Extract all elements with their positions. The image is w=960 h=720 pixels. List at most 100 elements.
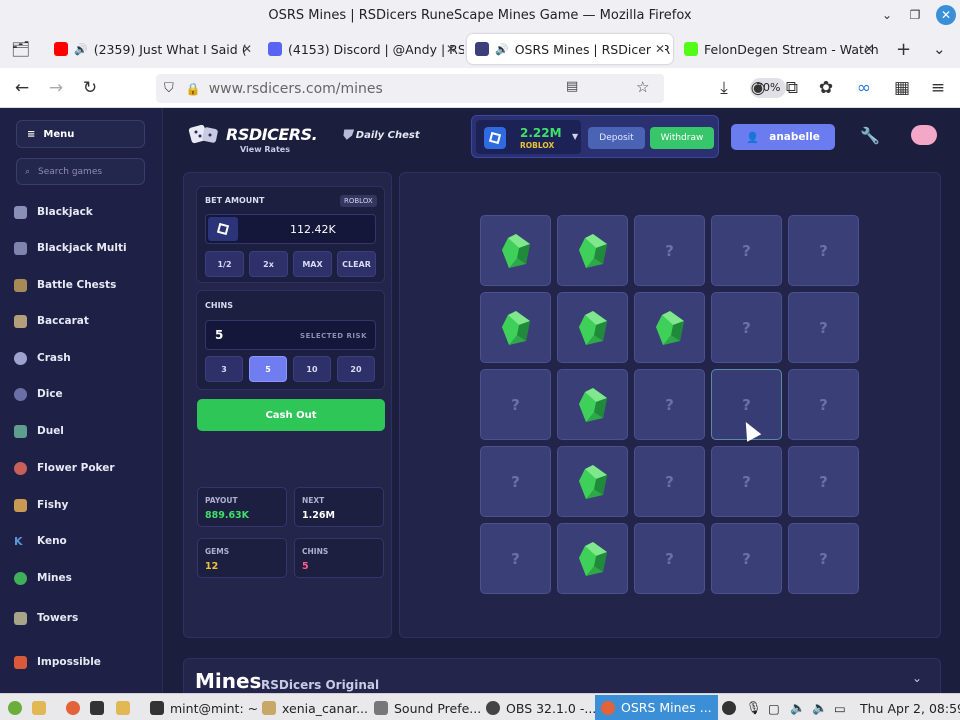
tab-youtube[interactable]: 🔊 (2359) Just What I Said ( ✕: [46, 34, 260, 64]
reload-icon[interactable]: ↻: [80, 78, 100, 98]
tab-close-icon[interactable]: ✕: [650, 42, 665, 56]
mines-tile-hidden[interactable]: ?: [788, 523, 859, 594]
user-profile-button[interactable]: 👤 anabelle: [731, 124, 835, 150]
url-bar[interactable]: ⛉ 🔒 www.rsdicers.com/mines ▤ 70% ☆: [156, 74, 787, 103]
mines-tile-gem[interactable]: [557, 369, 628, 440]
mines-tile-hidden[interactable]: ?: [711, 523, 782, 594]
bet-clear-button[interactable]: CLEAR: [337, 251, 376, 277]
mines-tile-hidden[interactable]: ?: [711, 215, 782, 286]
mines-tile-gem[interactable]: [634, 292, 705, 363]
tab-list-icon[interactable]: 🗂: [11, 40, 30, 58]
sidebar-item-baccarat[interactable]: Baccarat: [14, 311, 89, 331]
risk-option-20[interactable]: 20: [337, 356, 375, 382]
risk-option-3[interactable]: 3: [205, 356, 243, 382]
taskbar-item-sound[interactable]: Sound Prefe...: [374, 698, 481, 718]
sidebar-item-impossible[interactable]: Impossible: [14, 652, 101, 672]
extension-infinity-icon[interactable]: ∞: [854, 78, 874, 98]
reader-mode-icon[interactable]: ▤: [566, 79, 578, 94]
cash-out-button[interactable]: Cash Out: [197, 399, 385, 431]
mines-tile-hidden[interactable]: ?: [634, 446, 705, 517]
minimize-icon[interactable]: ⌄: [877, 5, 897, 25]
taskbar-item-terminal[interactable]: mint@mint: ~: [150, 698, 258, 718]
download-icon[interactable]: ⤓: [714, 78, 734, 98]
menu-button[interactable]: ≡ Menu: [16, 120, 145, 148]
mines-tile-gem[interactable]: [557, 215, 628, 286]
extensions-icon[interactable]: ⧉: [782, 78, 802, 98]
site-logo[interactable]: RSDICERS.: [188, 122, 318, 146]
forward-icon[interactable]: →: [46, 78, 66, 98]
clock[interactable]: Thu Apr 2, 08:59: [860, 698, 960, 718]
chevron-down-icon[interactable]: ⌄: [933, 40, 946, 58]
mines-tile-gem[interactable]: [480, 215, 551, 286]
tab-rsdicers[interactable]: 🔊 OSRS Mines | RSDicers R ✕: [467, 34, 673, 64]
mines-tile-hidden[interactable]: ?: [634, 523, 705, 594]
mines-tile-hidden[interactable]: ?: [711, 446, 782, 517]
mines-tile-hidden[interactable]: ?: [788, 215, 859, 286]
mines-tile-hidden[interactable]: ?: [788, 446, 859, 517]
back-icon[interactable]: ←: [12, 78, 32, 98]
chevron-down-icon[interactable]: ⌄: [912, 671, 922, 685]
tab-close-icon[interactable]: ✕: [238, 42, 252, 56]
sidebar-item-blackjack[interactable]: Blackjack: [14, 202, 93, 222]
bet-amount-input[interactable]: 112.42K: [205, 214, 376, 244]
calendar-icon[interactable]: ▭: [834, 698, 846, 718]
obs-tray-icon[interactable]: [722, 698, 736, 718]
sidebar-item-duel[interactable]: Duel: [14, 421, 64, 441]
volume-icon-2[interactable]: 🔈: [812, 698, 828, 718]
mines-tile-hidden[interactable]: ?: [480, 523, 551, 594]
volume-icon[interactable]: 🔈: [790, 698, 806, 718]
taskbar-item-xenia[interactable]: xenia_canar...: [262, 698, 368, 718]
firefox-icon[interactable]: [66, 698, 80, 718]
extension-puzzle-icon[interactable]: ✿: [816, 78, 836, 98]
sidebar-item-flower-poker[interactable]: Flower Poker: [14, 458, 115, 478]
file-manager-icon[interactable]: [32, 698, 46, 718]
sidebar-item-dice[interactable]: Dice: [14, 384, 63, 404]
mines-tile-hidden[interactable]: ?: [480, 369, 551, 440]
mines-tile-gem[interactable]: [480, 292, 551, 363]
sidebar-item-mines[interactable]: Mines: [14, 568, 72, 588]
sidebar-item-fishy[interactable]: Fishy: [14, 495, 68, 515]
mines-tile-gem[interactable]: [557, 523, 628, 594]
mines-tile-hidden[interactable]: ?: [711, 292, 782, 363]
deposit-button[interactable]: Deposit: [588, 127, 645, 149]
extension-grid-icon[interactable]: ▦: [892, 78, 912, 98]
notification-icon[interactable]: ▢: [768, 698, 780, 718]
risk-option-10[interactable]: 10: [293, 356, 331, 382]
mines-tile-hidden[interactable]: ?: [634, 369, 705, 440]
sidebar-item-towers[interactable]: Towers: [14, 608, 78, 628]
new-tab-icon[interactable]: +: [896, 39, 911, 60]
mines-tile-hidden[interactable]: ?: [634, 215, 705, 286]
bet-half-button[interactable]: 1/2: [205, 251, 244, 277]
start-menu-icon[interactable]: [8, 698, 22, 718]
mines-tile-hidden[interactable]: ?: [480, 446, 551, 517]
mines-tile-gem[interactable]: [557, 292, 628, 363]
shield-icon[interactable]: ⛉: [164, 81, 174, 96]
lock-icon[interactable]: 🔒: [186, 82, 201, 96]
settings-wrench-icon[interactable]: 🔧: [860, 126, 880, 145]
mines-tile-hidden[interactable]: ?: [788, 369, 859, 440]
search-games-input[interactable]: ⌕ Search games: [16, 158, 145, 185]
tab-kick[interactable]: FelonDegen Stream - Watch ✕: [676, 34, 882, 64]
taskbar-item-obs[interactable]: OBS 32.1.0 -...: [486, 698, 596, 718]
currency-selector[interactable]: 2.22M ROBLOX ▼: [476, 120, 581, 154]
sidebar-item-battle-chests[interactable]: Battle Chests: [14, 275, 116, 295]
bet-double-button[interactable]: 2x: [249, 251, 288, 277]
sidebar-item-blackjack-multi[interactable]: Blackjack Multi: [14, 238, 127, 258]
chins-input[interactable]: 5 SELECTED RISK: [205, 320, 376, 350]
view-rates-link[interactable]: View Rates: [240, 145, 290, 154]
sidebar-item-crash[interactable]: Crash: [14, 348, 71, 368]
taskbar-item-firefox[interactable]: OSRS Mines ...: [595, 695, 718, 720]
tab-discord[interactable]: (4153) Discord | @Andy | RS ✕: [260, 34, 464, 64]
folder-icon[interactable]: [116, 698, 130, 718]
tab-close-icon[interactable]: ✕: [442, 42, 456, 56]
daily-chest-link[interactable]: ⛊ Daily Chest: [342, 128, 420, 143]
maximize-icon[interactable]: ❐: [905, 5, 925, 25]
tab-close-icon[interactable]: ✕: [860, 42, 874, 56]
account-icon[interactable]: ◉: [748, 78, 768, 98]
terminal-icon[interactable]: [90, 698, 104, 718]
withdraw-button[interactable]: Withdraw: [650, 127, 714, 149]
mines-tile-gem[interactable]: [557, 446, 628, 517]
mines-tile-hidden[interactable]: ?: [788, 292, 859, 363]
sidebar-item-keno[interactable]: K Keno: [14, 531, 67, 551]
risk-option-5[interactable]: 5: [249, 356, 287, 382]
